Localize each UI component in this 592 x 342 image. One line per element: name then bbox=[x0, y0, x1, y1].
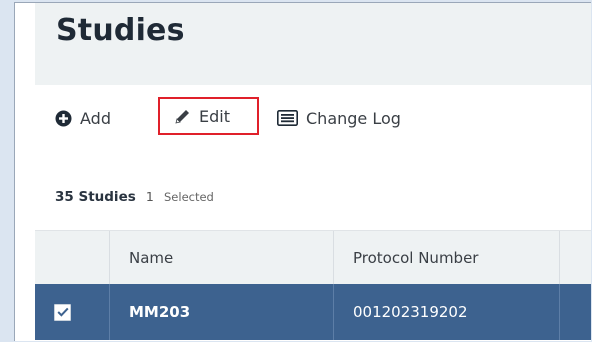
checkmark-icon bbox=[56, 307, 69, 317]
page-title: Studies bbox=[56, 13, 185, 48]
pencil-icon bbox=[174, 108, 191, 125]
table-row[interactable]: MM203 001202319202 bbox=[35, 284, 591, 340]
column-header-name[interactable]: Name bbox=[110, 231, 334, 284]
selected-label: Selected bbox=[164, 190, 214, 204]
edit-button[interactable]: Edit bbox=[158, 97, 259, 135]
edit-label: Edit bbox=[199, 106, 230, 126]
studies-count: 35 Studies bbox=[55, 189, 136, 205]
add-button[interactable]: Add bbox=[55, 99, 111, 137]
cell-name: MM203 bbox=[110, 284, 334, 340]
page-header: Studies bbox=[35, 3, 591, 85]
toolbar: Add Edit Change Log bbox=[15, 97, 591, 139]
column-header-protocol-number[interactable]: Protocol Number bbox=[334, 231, 560, 284]
cell-next bbox=[560, 284, 591, 340]
add-label: Add bbox=[80, 108, 111, 128]
column-header-next bbox=[560, 231, 591, 284]
cell-protocol-number: 001202319202 bbox=[334, 284, 560, 340]
change-log-label: Change Log bbox=[306, 108, 401, 128]
list-icon bbox=[277, 110, 298, 126]
studies-panel: Studies Add Edit Change Log 35 Studies 1… bbox=[14, 2, 591, 341]
results-summary: 35 Studies 1 Selected bbox=[55, 189, 214, 205]
selected-count: 1 bbox=[145, 189, 154, 204]
select-column-header bbox=[35, 231, 110, 284]
row-checkbox[interactable] bbox=[54, 303, 71, 321]
table-header: Name Protocol Number bbox=[35, 230, 591, 284]
plus-circle-icon bbox=[55, 110, 72, 127]
studies-table: Name Protocol Number MM203 001202319202 bbox=[35, 230, 591, 340]
row-select-cell bbox=[35, 284, 110, 340]
change-log-button[interactable]: Change Log bbox=[277, 99, 401, 137]
